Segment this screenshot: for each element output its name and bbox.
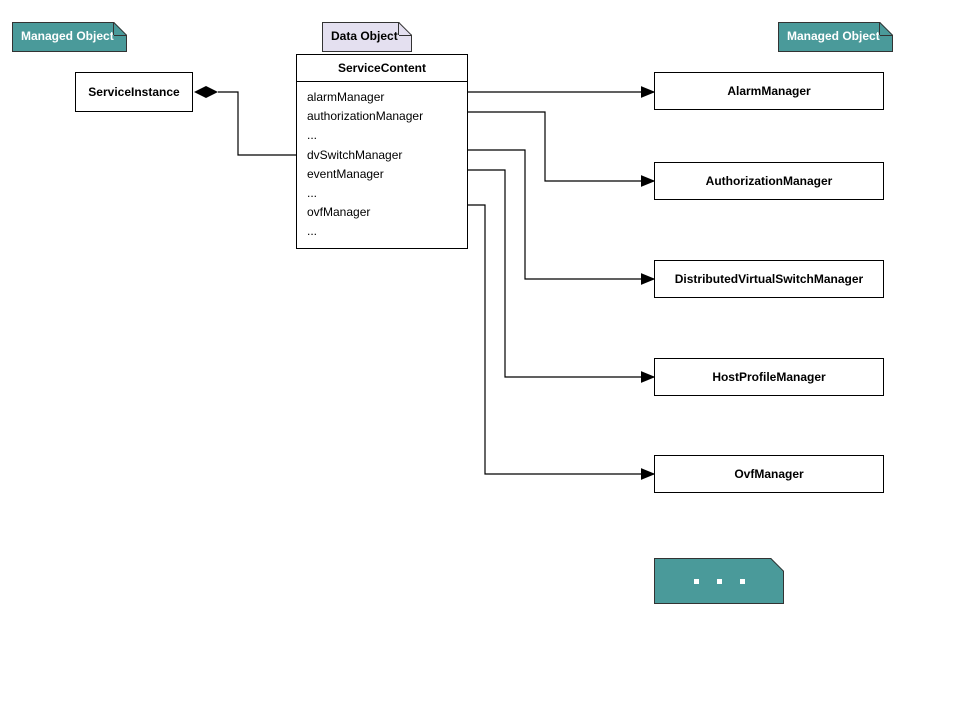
class-authorization-manager: AuthorizationManager <box>654 162 884 200</box>
dot-icon <box>740 579 745 584</box>
class-alarm-manager: AlarmManager <box>654 72 884 110</box>
attr: eventManager <box>307 165 457 184</box>
attr: dvSwitchManager <box>307 146 457 165</box>
note-managed-object-right: Managed Object <box>778 22 893 52</box>
dot-icon <box>717 579 722 584</box>
class-ovf-manager: OvfManager <box>654 455 884 493</box>
attr: ... <box>307 126 457 145</box>
class-distributed-virtual-switch-manager: DistributedVirtualSwitchManager <box>654 260 884 298</box>
ellipsis-note <box>654 558 784 604</box>
class-name: AlarmManager <box>727 84 810 98</box>
dot-icon <box>694 579 699 584</box>
class-name: ServiceInstance <box>88 85 179 99</box>
class-host-profile-manager: HostProfileManager <box>654 358 884 396</box>
note-managed-object-left: Managed Object <box>12 22 127 52</box>
attr: authorizationManager <box>307 107 457 126</box>
attr: ... <box>307 184 457 203</box>
attr: ovfManager <box>307 203 457 222</box>
attr: alarmManager <box>307 88 457 107</box>
class-name: DistributedVirtualSwitchManager <box>675 272 863 286</box>
class-name: ServiceContent <box>297 55 467 82</box>
class-name: HostProfileManager <box>712 370 825 384</box>
class-name: AuthorizationManager <box>706 174 833 188</box>
class-attributes: alarmManager authorizationManager ... dv… <box>297 82 467 248</box>
note-label: Managed Object <box>21 29 114 43</box>
note-label: Managed Object <box>787 29 880 43</box>
class-name: OvfManager <box>734 467 803 481</box>
class-service-instance: ServiceInstance <box>75 72 193 112</box>
attr: ... <box>307 222 457 241</box>
note-data-object: Data Object <box>322 22 412 52</box>
note-label: Data Object <box>331 29 398 43</box>
class-service-content: ServiceContent alarmManager authorizatio… <box>296 54 468 249</box>
